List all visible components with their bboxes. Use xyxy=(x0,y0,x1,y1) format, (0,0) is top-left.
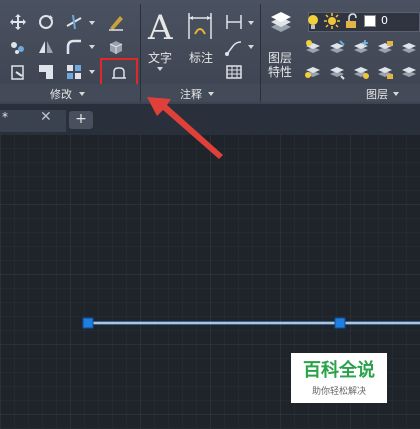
layer-lock-icon[interactable] xyxy=(375,38,395,58)
array-icon[interactable] xyxy=(64,62,84,82)
trim-icon[interactable] xyxy=(64,12,84,32)
unlock-icon[interactable] xyxy=(344,13,360,29)
chevron-down-icon[interactable] xyxy=(157,67,163,71)
chevron-down-icon[interactable] xyxy=(248,21,254,25)
chevron-down-icon[interactable] xyxy=(89,45,95,49)
layer-unlock-icon[interactable] xyxy=(375,62,395,82)
chevron-down-icon[interactable] xyxy=(208,92,214,96)
drawing-tab[interactable] xyxy=(0,110,66,132)
fillet-icon[interactable] xyxy=(64,37,84,57)
table-icon[interactable] xyxy=(224,62,244,82)
layer-off-icon[interactable] xyxy=(303,38,323,58)
modify-panel-title: 修改 xyxy=(50,88,72,101)
rotate-icon[interactable] xyxy=(36,12,56,32)
offset-icon[interactable] xyxy=(109,62,129,82)
layer-match-icon[interactable] xyxy=(399,38,419,58)
erase-icon[interactable] xyxy=(106,12,126,32)
dimension-label[interactable]: 标注 xyxy=(189,49,213,66)
layer-freeze-icon[interactable] xyxy=(351,38,371,58)
scale-icon[interactable] xyxy=(36,62,56,82)
layer-walk-icon[interactable] xyxy=(327,62,347,82)
chevron-down-icon[interactable] xyxy=(89,21,95,25)
current-layer-name: 0 xyxy=(381,14,388,27)
chevron-down-icon[interactable] xyxy=(89,70,95,74)
sun-icon[interactable] xyxy=(324,13,340,29)
text-tool-glyph[interactable]: A xyxy=(148,8,173,48)
layers-panel-title: 图层 xyxy=(366,88,388,101)
close-tab-icon[interactable]: ✕ xyxy=(40,109,52,125)
unsaved-marker: * xyxy=(2,110,8,124)
dimension-icon[interactable] xyxy=(186,10,214,42)
watermark-title: 百科全说 xyxy=(303,360,375,381)
linear-dimension-icon[interactable] xyxy=(224,12,244,32)
layer-properties-label-line2[interactable]: 特性 xyxy=(268,63,292,80)
copy-icon[interactable] xyxy=(8,37,28,57)
midpoint-grip[interactable] xyxy=(334,317,346,329)
new-tab-button[interactable]: + xyxy=(69,111,93,129)
ribbon: 修改 A 文字 标注 注释 图层 特性 0 图层 xyxy=(0,0,420,104)
layer-color-swatch[interactable] xyxy=(364,15,376,27)
watermark-subtitle: 助你轻松解决 xyxy=(311,387,366,397)
mirror-icon[interactable] xyxy=(36,37,56,57)
chevron-down-icon[interactable] xyxy=(393,92,399,96)
layer-isolate-icon[interactable] xyxy=(327,38,347,58)
stretch-icon[interactable] xyxy=(8,62,28,82)
text-tool-label[interactable]: 文字 xyxy=(148,49,172,66)
layer-thaw-icon[interactable] xyxy=(351,62,371,82)
endpoint-grip[interactable] xyxy=(82,317,94,329)
layer-on-icon[interactable] xyxy=(303,62,323,82)
3d-box-icon[interactable] xyxy=(106,37,126,57)
layer-properties-icon[interactable] xyxy=(268,12,294,36)
lightbulb-icon[interactable] xyxy=(306,13,320,31)
annotation-panel-title: 注释 xyxy=(180,88,202,101)
chevron-down-icon[interactable] xyxy=(79,92,85,96)
leader-icon[interactable] xyxy=(224,37,244,57)
chevron-down-icon[interactable] xyxy=(248,45,254,49)
layer-merge-icon[interactable] xyxy=(399,62,419,82)
move-icon[interactable] xyxy=(8,12,28,32)
watermark-badge: 百科全说 助你轻松解决 xyxy=(291,353,387,403)
